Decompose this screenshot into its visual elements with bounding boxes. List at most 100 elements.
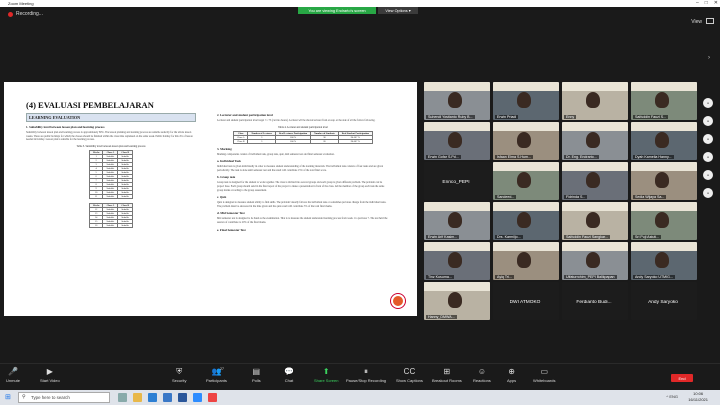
taskbar-clock[interactable]: 10:06 16/11/2021 (688, 391, 708, 402)
participant-tile[interactable]: Dyah Kamelia Hanny... (631, 122, 697, 160)
word-icon[interactable] (178, 393, 187, 402)
windows-start-icon[interactable]: ⊞ (5, 394, 11, 401)
maximize-button[interactable]: □ (705, 0, 708, 6)
table-row: 8 Suitable Suitable (88, 181, 134, 187)
app-icon[interactable]: ● (703, 116, 713, 126)
participant-tile[interactable]: Sandeed... (493, 162, 559, 200)
participant-tile[interactable]: Hanny_DMWA... (424, 282, 490, 320)
participant-tile[interactable]: Sedia Wijaya Sa... (631, 162, 697, 200)
chrome-icon[interactable] (208, 393, 217, 402)
table-row: 7 Suitable Suitable (88, 177, 134, 183)
toolbar-label: Apps (507, 378, 517, 383)
view-options-button[interactable]: View Options ▾ (378, 7, 418, 14)
cursor-highlight-icon (391, 294, 405, 308)
end-meeting-button[interactable]: End (671, 374, 693, 382)
app-icon[interactable]: ● (703, 170, 713, 180)
toolbar-chatbutton[interactable]: 💬 Chat (284, 367, 294, 383)
window-controls: – □ ✕ (696, 0, 718, 6)
participant-gallery: Suhendi Yostianto Ruby B... Erwin Priadi E… (424, 82, 700, 332)
chat-icon: 💬 (284, 367, 294, 376)
participant-name: DWI ATMOKO (509, 300, 541, 305)
toolbar-breakout-roomsbutton[interactable]: ⊞ Breakout Rooms (432, 367, 462, 383)
participant-tile[interactable]: Fidrinda S... (562, 162, 628, 200)
toolbar-reactionsbutton[interactable]: ☺ Reactions (473, 367, 491, 383)
participant-name: Sedia Wijaya Sa... (633, 195, 667, 199)
participant-tile[interactable]: Ayiq Tri... (493, 242, 559, 280)
table-cell: Suitable (117, 222, 134, 228)
toolbar-label: Show Captions (396, 378, 423, 383)
table-row: 2 Suitable Suitable (88, 157, 134, 163)
table-cell: Suitable (102, 222, 119, 228)
toolbar-label: Whiteboards (533, 378, 556, 383)
participant-tile[interactable]: Tinz Kusuma... (424, 242, 490, 280)
paragraph-group-task: Group task is designed for the student t… (217, 181, 385, 192)
task-view-icon[interactable] (118, 393, 127, 402)
participant-tile[interactable]: Enny (562, 82, 628, 120)
participant-tile[interactable]: Andy Saryoko (631, 282, 697, 320)
table-cell: 16 (88, 222, 104, 228)
participant-video (586, 132, 600, 148)
participant-tile[interactable]: Saifuddin Fauzi S... (631, 82, 697, 120)
participant-tile[interactable]: Ulfaturrohim_PEPI Balikpapan (562, 242, 628, 280)
table-cell: 90.067 % (337, 138, 373, 144)
table-body: 1 Suitable Suitable 2 Suitable Suitable 3 Suita… (88, 153, 134, 199)
toolbar-show-captionsbutton[interactable]: CC Show Captions (396, 367, 423, 383)
toolbar-pollsbutton[interactable]: ▤ Polls (252, 367, 261, 383)
recording-indicator[interactable]: Recording... (8, 11, 43, 17)
participant-tile[interactable]: Erwin Arif Kasim... (424, 202, 490, 240)
participant-tile[interactable]: DWI ATMOKO (493, 282, 559, 320)
zoom-icon[interactable] (193, 393, 202, 402)
item-final-semester: e. Final Semester Test (217, 227, 246, 232)
participant-video (655, 212, 669, 228)
window-title: Zoom Meeting (8, 1, 34, 6)
participant-tile[interactable]: Erwin Gofar S.Pd... (424, 122, 490, 160)
participant-tile[interactable]: Andy Saryoko UTMIG... (631, 242, 697, 280)
toolbar-unmutebutton[interactable]: 🎤 Unmute (6, 367, 20, 383)
next-page-arrow-icon[interactable]: › (708, 55, 710, 61)
toolbar-whiteboardsbutton[interactable]: ▭ Whiteboards (533, 367, 555, 383)
participant-tile[interactable]: Saifuddin Fauzi Sangkar... (562, 202, 628, 240)
toolbar-start-videobutton[interactable]: ▶ Start Video (40, 367, 60, 383)
table-row: 10 Suitable Suitable (88, 189, 134, 195)
app-icon[interactable]: ● (703, 188, 713, 198)
file-explorer-icon[interactable] (133, 393, 142, 402)
participant-video (448, 252, 462, 268)
participant-video (517, 252, 531, 268)
app-icon[interactable]: ● (703, 134, 713, 144)
close-button[interactable]: ✕ (714, 0, 718, 6)
app-icon[interactable]: ● (703, 98, 713, 108)
taskbar-search-input[interactable]: ⚲ Type here to search (18, 392, 110, 403)
system-tray[interactable]: ^ ENG (666, 394, 678, 399)
participant-name: Dr. Eng. Endrarto... (564, 155, 599, 159)
toolbar-pause-stop-recordingbutton[interactable]: ⏸ Pause/Stop Recording (346, 367, 386, 383)
participant-tile[interactable]: Ferdianto Budi... (562, 282, 628, 320)
mail-icon[interactable] (163, 393, 172, 402)
browser-icon[interactable] (148, 393, 157, 402)
participant-name: Andy Saryoko (648, 300, 678, 305)
participant-tile[interactable]: Suhendi Yostianto Ruby B... (424, 82, 490, 120)
toolbar-label: Polls (252, 378, 261, 383)
table-row: 1 Suitable Suitable (88, 153, 134, 159)
participant-tile[interactable]: Dr. Eng. Endrarto... (562, 122, 628, 160)
toolbar-participantsbutton[interactable]: 👥 Participants 27 (206, 367, 227, 383)
app-icon[interactable]: ● (703, 152, 713, 162)
minimize-button[interactable]: – (696, 0, 699, 6)
participant-name: Ayiq Tri... (495, 275, 514, 279)
participant-tile[interactable]: Isfaan Elma S.Hum... (493, 122, 559, 160)
toolbar-label: Security (172, 378, 187, 383)
participant-name: Saifuddin Fauzi S... (633, 115, 669, 119)
participant-tile[interactable]: Sri Puji Astuti... (631, 202, 697, 240)
participant-name: Sandeed... (495, 195, 517, 199)
participant-tile[interactable]: Enrico_PEPI (424, 162, 490, 200)
grid-view-icon[interactable] (706, 18, 714, 24)
item-group-task: b. Group task (217, 175, 236, 180)
participant-video (448, 92, 462, 108)
toolbar-securitybutton[interactable]: ⛨ Security (172, 367, 186, 383)
toolbar-share-screenbutton[interactable]: ⬆ Share Screen (314, 367, 338, 383)
participant-tile[interactable]: Erwin Priadi (493, 82, 559, 120)
toolbar-appsbutton[interactable]: ⊕ Apps (507, 367, 516, 383)
side-app-strip: ● ● ● ● ● ● (703, 98, 717, 206)
participant-tile[interactable]: Drs. Karmiljo... (493, 202, 559, 240)
view-button[interactable]: View (691, 19, 702, 25)
virtual-background-banner (493, 82, 559, 91)
